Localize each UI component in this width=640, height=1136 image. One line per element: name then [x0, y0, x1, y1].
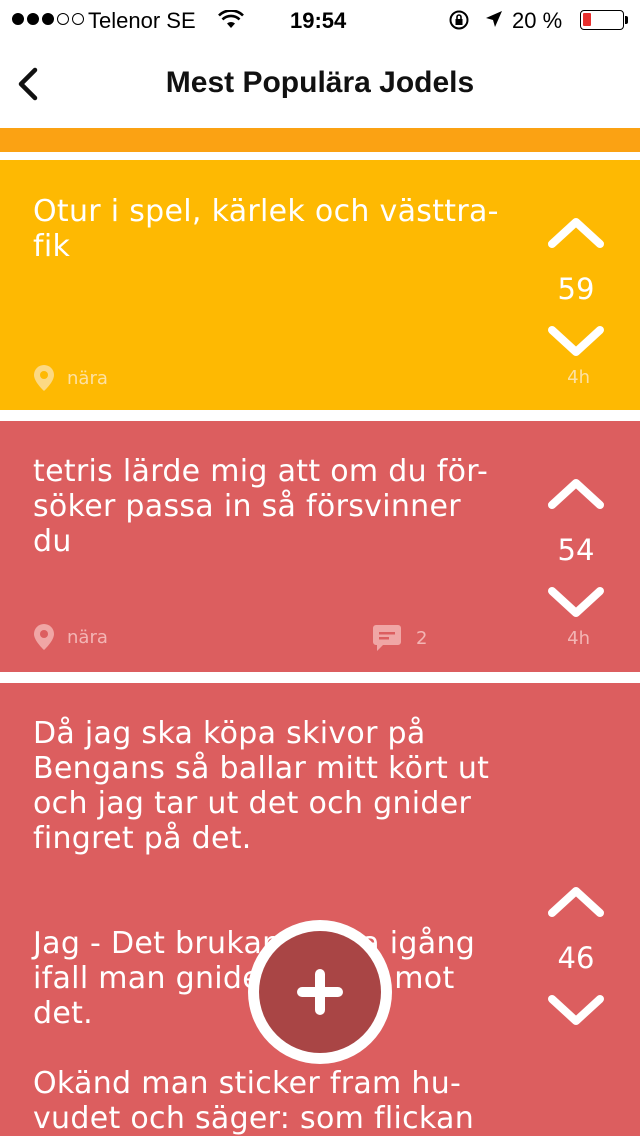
new-post-button[interactable] [248, 920, 392, 1064]
vote-control: 54 [540, 477, 612, 623]
post-location: nära [33, 364, 108, 392]
post-text: Då jag ska köpa skivor på Bengans så bal… [33, 716, 490, 1136]
rotation-lock-icon [448, 9, 470, 37]
location-label: nära [67, 626, 108, 648]
signal-strength-icon [12, 13, 84, 25]
upvote-chevron-icon[interactable] [546, 477, 606, 511]
clock: 19:54 [290, 8, 347, 33]
downvote-chevron-icon[interactable] [546, 324, 606, 358]
status-bar: Telenor SE 19:54 20 % [0, 0, 640, 40]
carrier-name: Telenor SE [88, 8, 196, 33]
downvote-chevron-icon[interactable] [546, 585, 606, 619]
comment-bubble-icon [373, 625, 401, 651]
location-label: nära [67, 367, 108, 389]
post-text: Otur i spel, kärlek och västtra- fik [33, 194, 499, 264]
vote-control: 59 [540, 216, 612, 362]
location-pin-icon [34, 624, 54, 650]
plus-icon [297, 969, 343, 1015]
vote-count: 59 [557, 272, 595, 306]
page-title: Mest Populära Jodels [165, 66, 475, 99]
location-arrow-icon [484, 9, 504, 35]
post-card[interactable]: tetris lärde mig att om du för- söker pa… [0, 421, 640, 672]
navigation-bar: Mest Populära Jodels [0, 40, 640, 128]
upvote-chevron-icon[interactable] [546, 216, 606, 250]
new-post-button-circle [259, 931, 381, 1053]
post-text: tetris lärde mig att om du för- söker pa… [33, 454, 489, 559]
post-card[interactable]: Då jag ska köpa skivor på Bengans så bal… [0, 683, 640, 1136]
post-card[interactable]: Otur i spel, kärlek och västtra- fik 59 … [0, 160, 640, 410]
battery-percent: 20 % [512, 8, 563, 33]
location-pin-icon [34, 365, 54, 391]
vote-count: 46 [557, 941, 595, 975]
wifi-icon [218, 9, 244, 36]
battery-icon [580, 10, 628, 30]
vote-count: 54 [557, 533, 595, 567]
post-time: 4h [567, 367, 590, 388]
vote-control: 46 [540, 885, 612, 1031]
downvote-chevron-icon[interactable] [546, 993, 606, 1027]
post-comments[interactable]: 2 [372, 623, 427, 653]
upvote-chevron-icon[interactable] [546, 885, 606, 919]
post-time: 4h [567, 628, 590, 649]
post-location: nära [33, 623, 108, 651]
comment-count: 2 [416, 627, 428, 649]
previous-post-edge[interactable] [0, 128, 640, 152]
